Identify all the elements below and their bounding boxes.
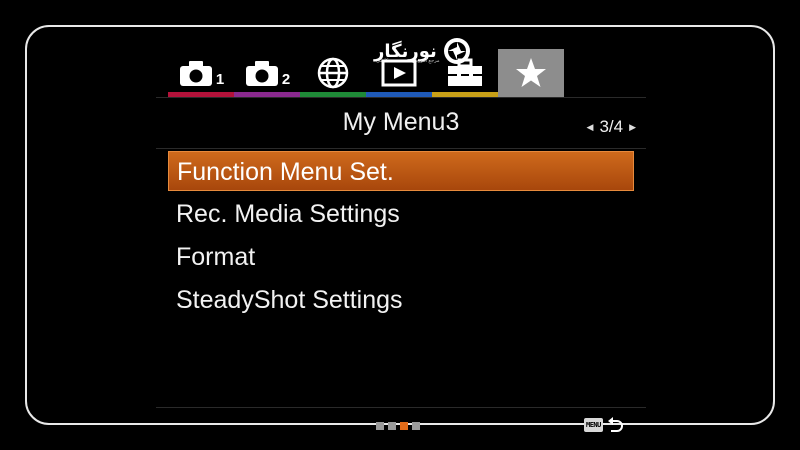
- footer-divider: [156, 407, 646, 408]
- page-dot: [388, 422, 396, 430]
- toolbox-icon: [448, 58, 482, 86]
- tab-network[interactable]: [300, 49, 366, 97]
- triangle-right-icon[interactable]: ▶: [629, 122, 636, 133]
- playback-icon: [381, 59, 417, 87]
- camera-icon: [179, 61, 212, 86]
- tab-shooting-2[interactable]: 2: [234, 49, 300, 97]
- tab-number: 2: [281, 70, 291, 88]
- menu-item-rec-media-settings[interactable]: Rec. Media Settings: [168, 194, 634, 234]
- menu-item-format[interactable]: Format: [168, 237, 634, 277]
- page-indicator: ◀ 3/4 ▶: [587, 117, 636, 137]
- page-number: 3/4: [599, 117, 624, 136]
- tab-number: 1: [215, 70, 225, 88]
- star-icon: [516, 58, 546, 87]
- page-title: My Menu3: [342, 108, 460, 136]
- tab-setup[interactable]: [432, 49, 498, 97]
- menu-header: My Menu3 ◀ 3/4 ▶: [156, 97, 646, 149]
- menu-back-button[interactable]: MENU: [584, 416, 623, 434]
- tab-my-menu[interactable]: [498, 49, 564, 97]
- menu-list: Function Menu Set. Rec. Media Settings F…: [168, 151, 634, 323]
- globe-icon: [317, 57, 349, 89]
- page-dot: [412, 422, 420, 430]
- tab-shooting-1[interactable]: 1: [168, 49, 234, 97]
- menu-tabs: 1 2: [168, 49, 564, 97]
- triangle-left-icon[interactable]: ◀: [587, 122, 594, 133]
- page-dot-active: [400, 422, 408, 430]
- page-dots: [376, 422, 420, 430]
- camera-icon: [245, 61, 278, 86]
- menu-item-steadyshot-settings[interactable]: SteadyShot Settings: [168, 280, 634, 320]
- menu-item-function-menu-set[interactable]: Function Menu Set.: [168, 151, 634, 191]
- return-arrow-icon: [607, 417, 623, 432]
- menu-key-label: MENU: [584, 418, 603, 432]
- page-dot: [376, 422, 384, 430]
- tab-playback[interactable]: [366, 49, 432, 97]
